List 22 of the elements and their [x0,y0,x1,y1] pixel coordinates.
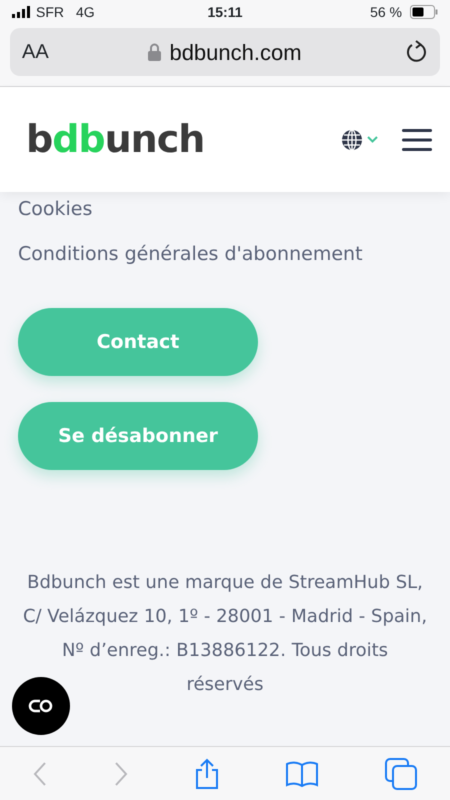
lock-icon [148,43,162,61]
network-type: 4G [76,2,95,22]
text-size-button[interactable]: AA [22,37,82,67]
reload-icon[interactable] [406,40,428,64]
toggle-icon [27,698,55,714]
address-bar[interactable]: AA bdbunch.com [10,28,440,76]
tabs-icon[interactable] [384,758,417,790]
share-icon[interactable] [194,758,220,790]
carrier-name: SFR [36,2,64,22]
bookmarks-icon[interactable] [286,760,318,786]
copyright-text: Bdbunch est une marque de StreamHub SL, C/ Velázquez 10, 1º - 28001 - Madrid - Spain, Nº d’enreg.: B13886122. Tous droits réservés [22,571,428,697]
battery-icon [410,5,438,19]
battery-percent: 56 % [370,2,402,22]
menu-icon[interactable] [402,128,432,150]
language-menu[interactable] [341,128,378,150]
footer-link[interactable]: Conditions générales d'abonnement [18,240,432,268]
clock: 15:11 [207,4,243,20]
url-text: bdbunch.com [169,38,302,66]
chevron-down-icon [367,136,378,143]
signal-icon [12,6,32,18]
globe-icon [341,128,363,150]
footer-link[interactable]: Cookies [18,195,432,224]
